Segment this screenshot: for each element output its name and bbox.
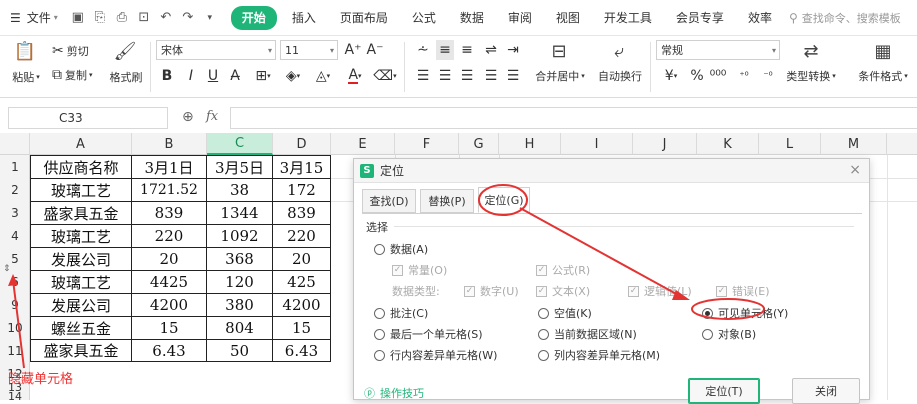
annotation-overlay: [478, 184, 765, 320]
annotation-arrow-line: [519, 207, 681, 297]
annotation-circle-option: [691, 298, 765, 320]
annotation-circle-tab: [478, 184, 528, 216]
annotation-arrow-head: [672, 290, 690, 300]
